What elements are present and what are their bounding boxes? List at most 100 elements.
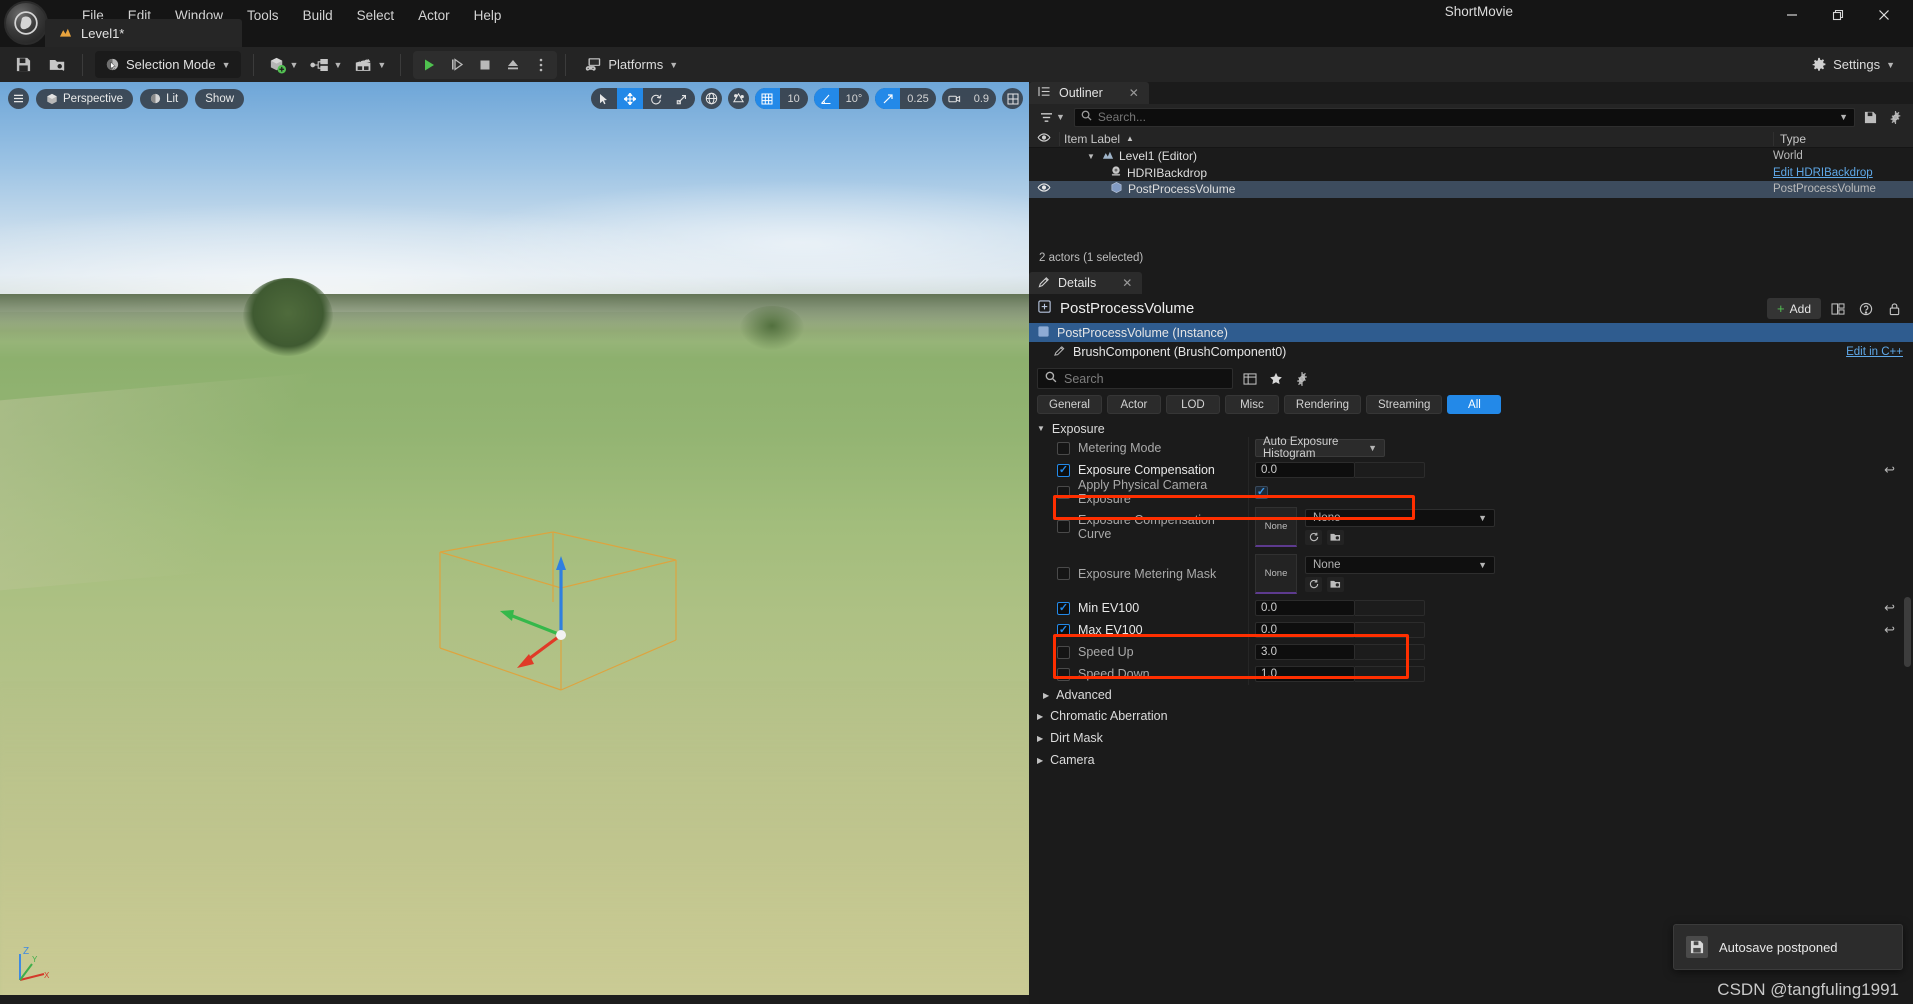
eject-button[interactable] [499,52,527,78]
details-search-input[interactable] [1064,371,1225,386]
override-checkbox[interactable] [1057,645,1070,659]
item-label-column-header[interactable]: Item Label ▲ [1059,131,1773,146]
filter-chip-all[interactable]: All [1447,395,1502,414]
expand-triangle-icon[interactable]: ▼ [1037,424,1045,433]
component-grid-icon[interactable] [1827,298,1849,319]
speed-up-input[interactable]: 3.0 [1255,644,1355,660]
override-checkbox[interactable] [1057,601,1070,615]
property-row-metering-mode[interactable]: Metering Mode Auto Exposure Histogram ▼ [1029,436,1913,460]
close-icon[interactable]: ✕ [1122,276,1132,290]
override-checkbox[interactable] [1057,667,1070,681]
override-checkbox[interactable] [1057,441,1070,455]
speed-down-input[interactable]: 1.0 [1255,666,1355,682]
browse-to-asset-icon[interactable] [1327,529,1344,545]
minimize-button[interactable] [1769,0,1815,30]
override-checkbox[interactable] [1057,520,1070,533]
expand-triangle-icon[interactable]: ▶ [1037,756,1043,765]
exposure-compensation-curve-thumbnail[interactable]: None [1255,506,1297,547]
max-ev100-slider[interactable] [1355,622,1425,638]
viewport-layout-icon[interactable] [1002,88,1023,109]
outliner-row-level1[interactable]: ▼ Level1 (Editor) World [1029,148,1913,165]
angle-snap-icon[interactable] [813,88,839,109]
category-dirt-mask[interactable]: ▶ Dirt Mask [1029,727,1913,749]
close-icon[interactable]: ✕ [1129,86,1139,100]
menu-select[interactable]: Select [345,4,407,27]
add-component-button[interactable]: + Add [1767,298,1821,319]
component-row-postprocessvolume[interactable]: PostProcessVolume (Instance) [1029,323,1913,342]
chevron-down-icon[interactable]: ▼ [1839,112,1848,122]
scale-snap-icon[interactable] [875,88,901,109]
exposure-compensation-input[interactable]: 0.0 [1255,462,1355,478]
autosave-toast[interactable]: Autosave postponed [1673,924,1903,970]
filter-chip-general[interactable]: General [1037,395,1102,414]
close-button[interactable] [1861,0,1907,30]
filter-chip-actor[interactable]: Actor [1106,395,1161,414]
filter-chip-lod[interactable]: LOD [1165,395,1220,414]
reset-to-default-icon[interactable]: ↩ [1884,622,1895,638]
outliner-save-icon[interactable] [1861,108,1880,127]
camera-icon[interactable] [942,88,967,109]
platforms-button[interactable]: Platforms ▼ [574,51,688,79]
menu-actor[interactable]: Actor [406,4,462,27]
property-row-exposure-metering-mask[interactable]: Exposure Metering Mask None None ▼ [1029,550,1913,597]
edit-in-cpp-link[interactable]: Edit in C++ [1846,346,1913,358]
override-checkbox[interactable] [1057,623,1070,637]
outliner-row-hdribackdrop[interactable]: HDRIBackdrop Edit HDRIBackdrop [1029,165,1913,182]
exposure-compensation-slider[interactable] [1355,462,1425,478]
min-ev100-slider[interactable] [1355,600,1425,616]
max-ev100-input[interactable]: 0.0 [1255,622,1355,638]
selection-mode-button[interactable]: Selection Mode ▼ [95,51,241,78]
filter-chip-rendering[interactable]: Rendering [1283,395,1361,414]
reset-to-default-icon[interactable]: ↩ [1884,462,1895,478]
post-process-volume-gizmo[interactable] [438,530,698,695]
filter-chip-misc[interactable]: Misc [1224,395,1279,414]
rotate-tool-icon[interactable] [643,88,669,109]
grid-snap-icon[interactable] [754,88,780,109]
row-type-cell[interactable]: Edit HDRIBackdrop [1773,167,1913,179]
blueprint-button[interactable]: ▼ [304,51,348,79]
exposure-metering-mask-selector[interactable]: None ▼ [1305,555,1495,574]
property-row-speed-up[interactable]: Speed Up 3.0 [1029,641,1913,663]
camera-speed-control[interactable]: 0.9 [941,88,996,109]
tab-outliner[interactable]: Outliner ✕ [1029,82,1149,104]
exposure-compensation-curve-selector[interactable]: None ▼ [1305,508,1495,527]
play-button[interactable] [415,52,443,78]
surface-snap-icon[interactable] [727,88,749,109]
override-checkbox[interactable] [1057,463,1070,477]
min-ev100-input[interactable]: 0.0 [1255,600,1355,616]
use-selected-asset-icon[interactable] [1305,576,1322,592]
speed-up-slider[interactable] [1355,644,1425,660]
angle-snap-control[interactable]: 10° [813,88,870,109]
stop-button[interactable] [471,52,499,78]
menu-help[interactable]: Help [462,4,514,27]
viewport-perspective-button[interactable]: Perspective [36,88,134,109]
settings-icon[interactable] [1291,368,1313,389]
property-row-exposure-compensation-curve[interactable]: Exposure Compensation Curve None None ▼ [1029,503,1913,550]
override-checkbox[interactable] [1057,567,1070,580]
viewport-show-button[interactable]: Show [195,88,245,109]
property-row-speed-down[interactable]: Speed Down 1.0 [1029,663,1913,685]
speed-down-slider[interactable] [1355,666,1425,682]
expand-triangle-icon[interactable]: ▼ [1087,152,1097,161]
outliner-search-box[interactable]: ▼ [1073,107,1855,127]
metering-mode-combo[interactable]: Auto Exposure Histogram ▼ [1255,436,1385,460]
category-chromatic-aberration[interactable]: ▶ Chromatic Aberration [1029,705,1913,727]
use-selected-asset-icon[interactable] [1305,529,1322,545]
property-row-apply-physical-camera-exposure[interactable]: Apply Physical Camera Exposure [1029,478,1913,506]
outliner-row-postprocessvolume[interactable]: PostProcessVolume PostProcessVolume [1029,181,1913,198]
scale-snap-value[interactable]: 0.25 [900,93,935,105]
column-layout-icon[interactable] [1239,368,1261,389]
level-tab[interactable]: Level1* [45,19,242,47]
property-row-max-ev100[interactable]: Max EV100 0.0 ↩ [1029,619,1913,641]
select-tool-icon[interactable] [591,88,617,109]
coordinate-system-icon[interactable] [700,88,722,109]
override-checkbox[interactable] [1057,485,1070,499]
viewport-menu-icon[interactable] [8,88,29,109]
browse-to-asset-icon[interactable] [1327,576,1344,592]
expand-triangle-icon[interactable]: ▶ [1043,691,1049,700]
details-search-box[interactable] [1037,368,1233,389]
play-options-button[interactable] [527,52,555,78]
level-viewport[interactable]: Perspective Lit Show 10 10° 0.25 0.9 Z Y… [0,82,1029,1004]
category-advanced[interactable]: ▶ Advanced [1029,685,1913,705]
visibility-column-header[interactable] [1029,132,1059,145]
